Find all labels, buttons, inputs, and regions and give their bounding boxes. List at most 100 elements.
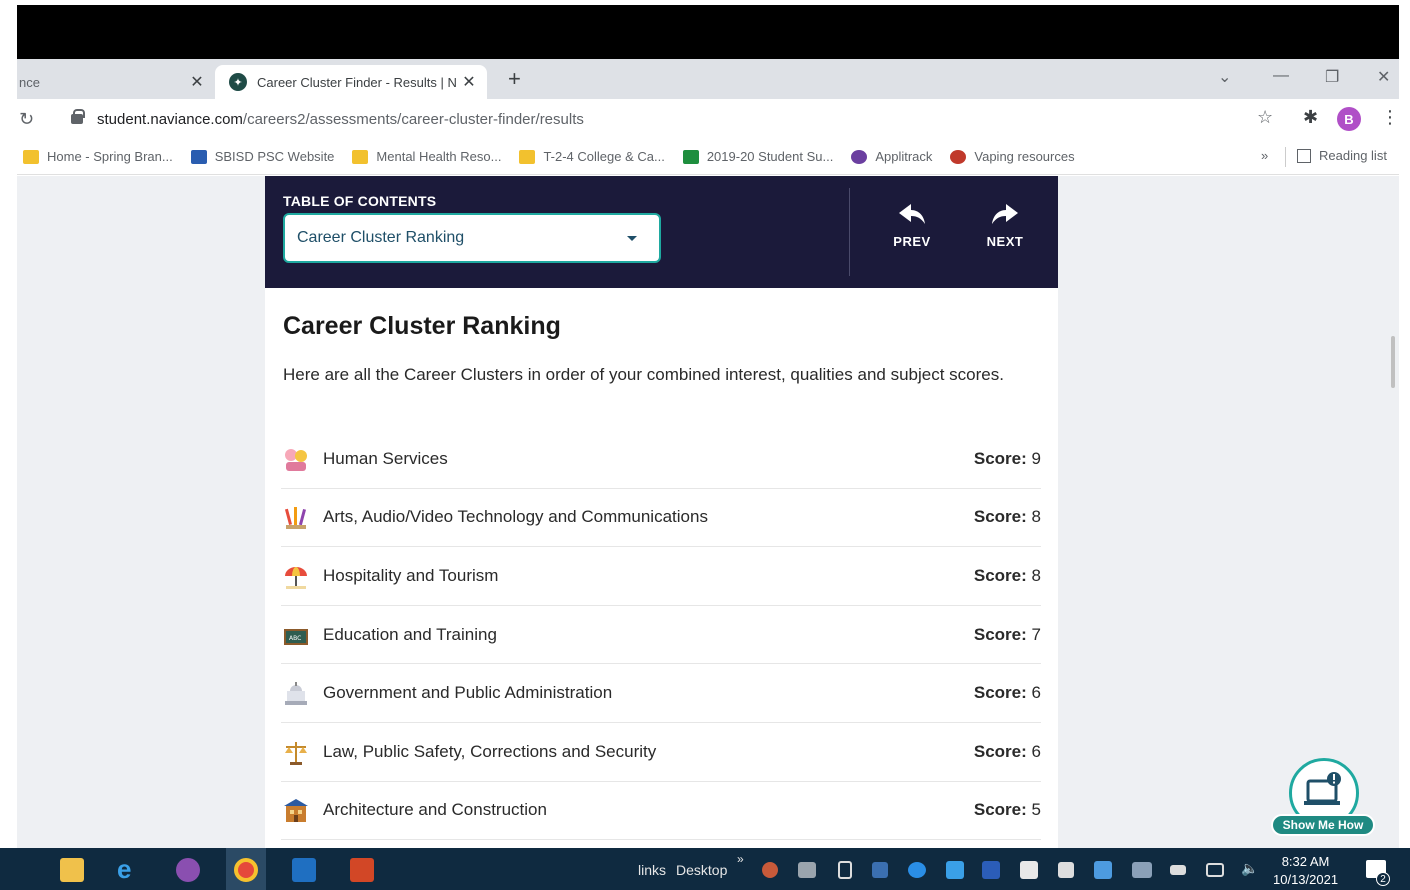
cluster-list: Human Services Score: 9 Arts, Audio/Vide… xyxy=(281,430,1041,841)
caret-down-icon xyxy=(627,236,637,241)
tab-title: nce xyxy=(19,74,40,90)
toolbar-overflow-icon[interactable]: » xyxy=(737,852,744,866)
minimize-icon[interactable]: — xyxy=(1273,67,1289,85)
prev-label: PREV xyxy=(893,234,931,249)
app-icon[interactable] xyxy=(176,858,200,882)
close-icon[interactable]: ✕ xyxy=(187,72,207,92)
prev-button[interactable]: PREV xyxy=(880,202,944,249)
bookmark-item[interactable]: Applitrack xyxy=(851,149,932,164)
capitol-icon xyxy=(281,679,311,707)
bookmark-label: SBISD PSC Website xyxy=(214,149,335,164)
start-icon[interactable] xyxy=(0,858,16,882)
chrome-icon[interactable] xyxy=(234,858,258,882)
tab-active[interactable]: ✦ Career Cluster Finder - Results | N ✕ xyxy=(215,65,487,99)
bookmark-item[interactable]: Home - Spring Bran... xyxy=(23,149,173,164)
score-value: 9 xyxy=(1031,448,1041,468)
system-clock[interactable]: 8:32 AM 10/13/2021 xyxy=(1273,853,1338,889)
bookmark-item[interactable]: 2019-20 Student Su... xyxy=(682,149,833,164)
tray-icon[interactable] xyxy=(872,862,888,878)
bookmark-label: Vaping resources xyxy=(974,149,1075,164)
tab-inactive[interactable]: nce ✕ xyxy=(17,65,215,99)
menu-icon[interactable]: ⋮ xyxy=(1381,107,1399,128)
word-tray-icon[interactable] xyxy=(982,861,1000,879)
powerpoint-icon[interactable] xyxy=(350,858,374,882)
tray-icon[interactable] xyxy=(1132,862,1152,878)
cluster-row[interactable]: ABC Education and Training Score: 7 xyxy=(281,606,1041,665)
profile-avatar[interactable]: B xyxy=(1337,107,1361,131)
cluster-name: Hospitality and Tourism xyxy=(323,565,499,585)
right-edge xyxy=(1399,0,1410,848)
black-bar xyxy=(17,5,1399,59)
applitrack-icon xyxy=(851,149,868,164)
toc-selected-value: Career Cluster Ranking xyxy=(297,229,465,246)
tab-search-icon[interactable]: ⌄ xyxy=(1218,67,1231,87)
network-icon[interactable] xyxy=(1206,863,1224,877)
scrollbar-thumb[interactable] xyxy=(1391,336,1395,388)
links-toolbar[interactable]: links xyxy=(638,862,666,878)
outlook-icon[interactable] xyxy=(292,858,316,882)
restore-icon[interactable]: ❐ xyxy=(1325,67,1339,87)
show-me-how-button[interactable]: Show Me How xyxy=(1271,758,1379,838)
bookmark-item[interactable]: Vaping resources xyxy=(950,149,1075,164)
score-value: 6 xyxy=(1031,741,1041,761)
tray-icon[interactable] xyxy=(946,861,964,879)
tray-icon[interactable] xyxy=(908,862,926,878)
tray-icon[interactable] xyxy=(798,862,816,878)
score-label: Score: xyxy=(973,507,1027,527)
tray-icon[interactable] xyxy=(1094,861,1112,879)
reading-list-label: Reading list xyxy=(1319,148,1387,163)
bookmark-label: T-2-4 College & Ca... xyxy=(543,149,665,164)
cluster-row[interactable]: Arts, Audio/Video Technology and Communi… xyxy=(281,489,1041,548)
reload-icon[interactable]: ↻ xyxy=(19,109,47,130)
bookmark-item[interactable]: SBISD PSC Website xyxy=(190,149,335,164)
bookmark-item[interactable]: Mental Health Reso... xyxy=(352,149,501,164)
bookmark-star-icon[interactable]: ☆ xyxy=(1257,107,1273,128)
score-value: 8 xyxy=(1031,565,1041,585)
tray-icon[interactable] xyxy=(1020,861,1038,879)
cluster-row[interactable]: Architecture and Construction Score: 5 xyxy=(281,782,1041,841)
cluster-name: Government and Public Administration xyxy=(323,683,613,703)
omnibox[interactable]: student.naviance.com/careers2/assessment… xyxy=(57,105,1257,133)
volume-icon[interactable]: 🔈 xyxy=(1241,860,1258,877)
bookmarks-overflow-icon[interactable]: » xyxy=(1261,148,1268,163)
taskbar: e links Desktop » 🔈 8:32 AM 10/13/2021 2 xyxy=(0,848,1410,890)
paint-brushes-icon xyxy=(281,503,311,531)
lock-icon xyxy=(71,109,85,124)
cluster-score: Score: 5 xyxy=(974,800,1041,820)
score-label: Score: xyxy=(973,624,1027,644)
next-arrow-icon xyxy=(992,204,1018,224)
bookmark-label: Home - Spring Bran... xyxy=(47,149,173,164)
file-explorer-icon[interactable] xyxy=(60,858,84,882)
vaping-icon xyxy=(950,149,967,164)
bookmark-label: Applitrack xyxy=(875,149,933,164)
bookmark-label: Mental Health Reso... xyxy=(376,149,502,164)
next-button[interactable]: NEXT xyxy=(973,202,1037,249)
extensions-icon[interactable]: ✱ xyxy=(1303,107,1318,128)
tray-icon[interactable] xyxy=(1058,862,1074,878)
desktop-toolbar[interactable]: Desktop xyxy=(676,862,727,878)
tray-icon[interactable] xyxy=(762,862,778,878)
reading-list-icon xyxy=(1297,148,1311,163)
cluster-name: Law, Public Safety, Corrections and Secu… xyxy=(323,741,657,761)
bookmark-item[interactable]: T-2-4 College & Ca... xyxy=(519,149,665,164)
cluster-row[interactable]: Human Services Score: 9 xyxy=(281,430,1041,489)
avatar-initial: B xyxy=(1337,107,1361,131)
battery-icon[interactable] xyxy=(1170,865,1186,875)
new-tab-icon[interactable]: + xyxy=(508,66,521,92)
score-label: Score: xyxy=(973,565,1027,585)
reading-list[interactable]: Reading list xyxy=(1297,148,1387,163)
window-close-icon[interactable]: ✕ xyxy=(1377,67,1390,87)
score-value: 5 xyxy=(1031,800,1041,820)
cluster-row[interactable]: Government and Public Administration Sco… xyxy=(281,664,1041,723)
tray-icon[interactable] xyxy=(838,861,852,879)
cluster-row[interactable]: Hospitality and Tourism Score: 8 xyxy=(281,547,1041,606)
scales-icon xyxy=(281,738,311,766)
clock-time: 8:32 AM xyxy=(1281,854,1330,869)
cluster-score: Score: 8 xyxy=(974,507,1041,527)
cluster-name: Arts, Audio/Video Technology and Communi… xyxy=(323,507,708,527)
close-icon[interactable]: ✕ xyxy=(459,72,479,92)
naviance-favicon-icon: ✦ xyxy=(229,73,247,91)
cluster-row[interactable]: Law, Public Safety, Corrections and Secu… xyxy=(281,723,1041,782)
edge-icon[interactable]: e xyxy=(117,854,141,884)
toc-dropdown[interactable]: Career Cluster Ranking xyxy=(283,213,661,263)
